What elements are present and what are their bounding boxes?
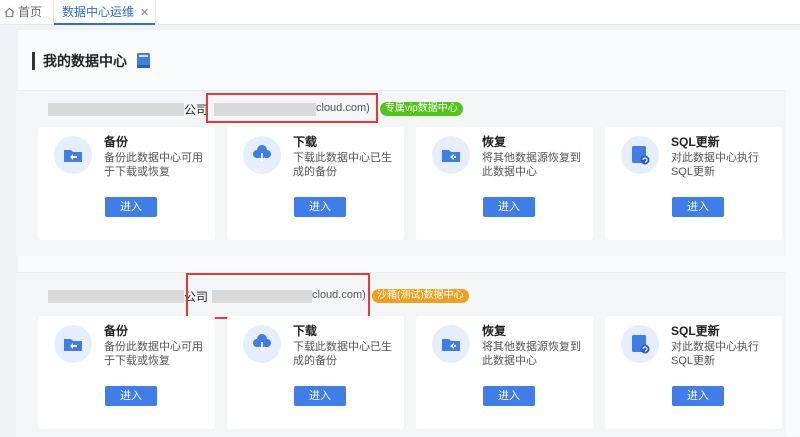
home-icon: [4, 2, 15, 26]
card-restore: 恢复 将其他数据源恢复到此数据中心 进入: [416, 127, 593, 240]
backup-icon: [54, 136, 92, 174]
datacenter-header: 公司 cloud.com) 专属vip数据中心: [16, 91, 786, 131]
enter-button[interactable]: 进入: [105, 197, 157, 217]
datacenter-tag: 沙箱(测试)数据中心: [372, 289, 469, 303]
card-description: 将其他数据源恢复到此数据中心: [482, 152, 581, 178]
datacenter-panel: 公司 cloud.com) 专属vip数据中心 备份 备份此数据中心可用于下载或…: [16, 90, 786, 256]
card-restore: 恢复 将其他数据源恢复到此数据中心 进入: [416, 316, 593, 429]
sql-update-icon: [621, 325, 659, 363]
cloud-download-icon: [243, 136, 281, 174]
page-title: 我的数据中心: [32, 52, 127, 70]
datacenter-tag: 专属vip数据中心: [380, 102, 463, 116]
restore-folder-icon: [432, 136, 470, 174]
highlight-box: [206, 93, 378, 123]
enter-button[interactable]: 进入: [672, 197, 724, 217]
card-backup: 备份 备份此数据中心可用于下载或恢复 进入: [38, 316, 215, 429]
datacenter-panel: 公司 cloud.com) 沙箱(测试)数据中心 备份 备份此数据中心可用于下载…: [16, 272, 786, 437]
close-icon[interactable]: ✕: [140, 7, 149, 19]
card-description: 对此数据中心执行SQL更新: [671, 152, 759, 178]
card-title: SQL更新: [671, 324, 720, 338]
card-title: 备份: [104, 135, 129, 149]
tab-home-label: 首页: [18, 5, 43, 19]
card-description: 下载此数据中心已生成的备份: [293, 341, 392, 367]
card-backup: 备份 备份此数据中心可用于下载或恢复 进入: [38, 127, 215, 240]
card-description: 下载此数据中心已生成的备份: [293, 152, 392, 178]
card-sql-update: SQL更新 对此数据中心执行SQL更新 进入: [605, 127, 782, 240]
card-title: 备份: [104, 324, 129, 338]
card-sql-update: SQL更新 对此数据中心执行SQL更新 进入: [605, 316, 782, 429]
card-description: 对此数据中心执行SQL更新: [671, 341, 759, 367]
sql-update-icon: [621, 136, 659, 174]
redacted-company-name: [48, 290, 184, 303]
company-suffix: 公司: [184, 103, 209, 117]
tab-home[interactable]: 首页: [4, 0, 42, 24]
tab-bar: 首页 数据中心运维 ✕: [0, 0, 800, 25]
redacted-company-name: [48, 103, 184, 116]
datacenter-header: 公司 cloud.com) 沙箱(测试)数据中心: [16, 273, 786, 319]
tab-datacenter-ops-label: 数据中心运维: [62, 5, 135, 19]
card-title: 恢复: [482, 324, 507, 338]
card-title: 恢复: [482, 135, 507, 149]
card-title: 下载: [293, 324, 318, 338]
card-description: 将其他数据源恢复到此数据中心: [482, 341, 581, 367]
restore-folder-icon: [432, 325, 470, 363]
card-download: 下载 下载此数据中心已生成的备份 进入: [227, 127, 404, 240]
enter-button[interactable]: 进入: [294, 197, 346, 217]
backup-icon: [54, 325, 92, 363]
book-icon[interactable]: [136, 52, 152, 75]
enter-button[interactable]: 进入: [672, 386, 724, 406]
enter-button[interactable]: 进入: [483, 197, 535, 217]
card-download: 下载 下载此数据中心已生成的备份 进入: [227, 316, 404, 429]
enter-button[interactable]: 进入: [105, 386, 157, 406]
card-title: SQL更新: [671, 135, 720, 149]
highlight-box: [186, 273, 370, 319]
tab-datacenter-ops[interactable]: 数据中心运维 ✕: [53, 0, 157, 25]
cloud-download-icon: [243, 325, 281, 363]
card-description: 备份此数据中心可用于下载或恢复: [104, 152, 203, 178]
enter-button[interactable]: 进入: [483, 386, 535, 406]
card-description: 备份此数据中心可用于下载或恢复: [104, 341, 203, 367]
enter-button[interactable]: 进入: [294, 386, 346, 406]
card-title: 下载: [293, 135, 318, 149]
